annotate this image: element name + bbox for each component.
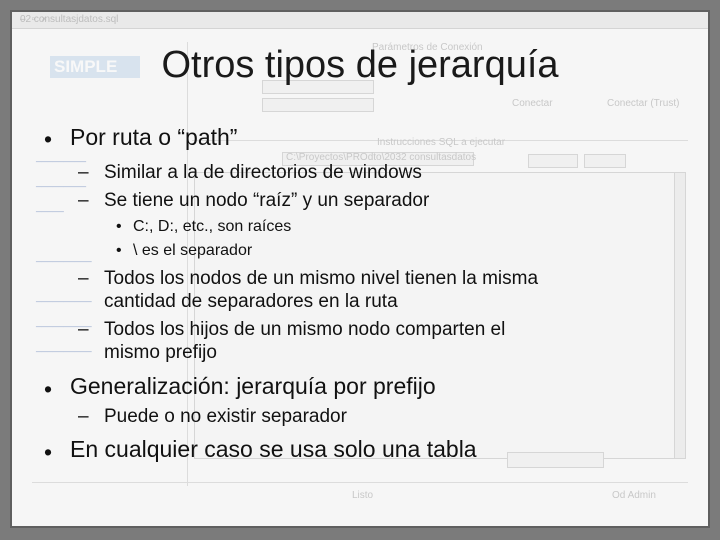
sub-bullet-text: Se tiene un nodo “raíz” y un separador: [104, 190, 430, 211]
bullet-marker: •: [116, 242, 122, 259]
bullet-marker: •: [44, 126, 53, 152]
sub-bullet-text: Todos los nodos de un mismo nivel tienen…: [104, 268, 539, 289]
sub-bullet-text: Puede o no existir separador: [104, 406, 347, 427]
dash-marker: –: [78, 190, 89, 211]
bullet-marker: •: [44, 439, 53, 465]
slide-content: Otros tipos de jerarquía • Por ruta o “p…: [12, 12, 708, 526]
sub-sub-bullet-text: \ es el separador: [133, 242, 253, 259]
sub-bullet-text: Similar a la de directorios de windows: [104, 162, 422, 183]
sub-sub-bullet-text: C:, D:, etc., son raíces: [133, 218, 292, 235]
bullet-marker: •: [116, 218, 122, 235]
bullet-text: Por ruta o “path”: [70, 124, 238, 150]
bullet-marker: •: [44, 376, 53, 402]
slide: 02 consultasjdatos.sql –▫× SIMPLE Paráme…: [10, 10, 710, 528]
slide-title: Otros tipos de jerarquía: [161, 44, 559, 86]
sub-bullet-text-continued: mismo prefijo: [104, 342, 217, 363]
dash-marker: –: [78, 162, 89, 183]
sub-bullet-text-continued: cantidad de separadores en la ruta: [104, 291, 398, 312]
bullet-text: Generalización: jerarquía por prefijo: [70, 373, 436, 399]
dash-marker: –: [78, 268, 89, 289]
sub-bullet-text: Todos los hijos de un mismo nodo compart…: [104, 319, 506, 340]
bullet-text: En cualquier caso se usa solo una tabla: [70, 436, 477, 462]
dash-marker: –: [78, 406, 89, 427]
dash-marker: –: [78, 319, 89, 340]
